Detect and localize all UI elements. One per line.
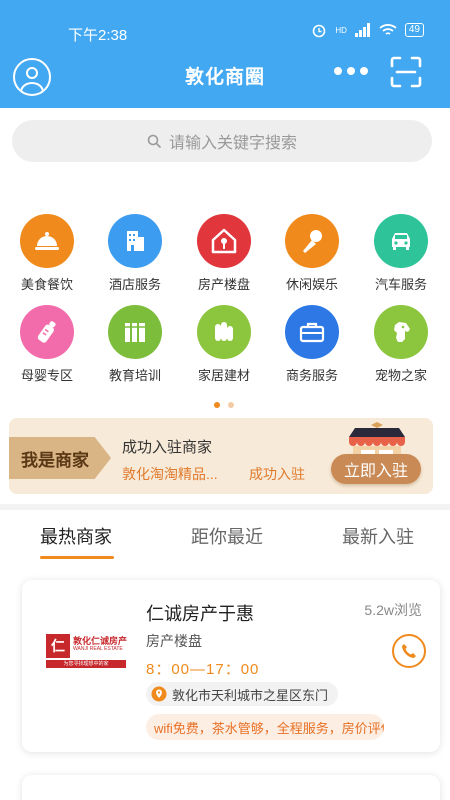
more-icon[interactable] [334,67,368,75]
merchant-card[interactable]: 仁 敦化仁诚房产 WANJI REAL ESTATE 为您寻找理想中的家 仁诚房… [22,580,440,752]
category-label: 商务服务 [285,368,338,383]
merchant-tag: 我是商家 [9,437,111,479]
status-time: 下午2:38 [68,27,128,44]
tab-newest[interactable]: 最新入驻 [342,523,414,549]
merchant-card[interactable] [22,775,440,800]
latest-merchant-name: 敦化淘淘精品... [122,466,218,482]
section-divider [0,504,450,510]
briefcase-icon [285,305,339,359]
merchant-features: wifi免费，茶水管够，全程服务，房价评估 [146,714,384,740]
category-food[interactable]: 美食餐饮 [3,214,91,293]
category-label: 酒店服务 [108,277,161,292]
dog-icon [374,305,428,359]
merchant-address[interactable]: 敦化市天利城市之星区东门 [146,682,339,706]
merchant-name: 仁诚房产于惠 [146,604,254,624]
top-header: 下午2:38 HD 49 敦化商圈 [0,0,450,108]
location-pin-icon [151,686,167,702]
house-icon [197,214,251,268]
logo-slogan: 为您寻找理想中的家 [46,660,126,668]
signal-icon [354,23,370,37]
phone-icon [402,644,416,658]
banner-title: 成功入驻商家 [122,439,213,456]
search-icon [147,134,161,148]
join-now-button[interactable]: 立即入驻 [331,454,421,484]
business-hours: 8：00—17：00 [146,661,260,678]
view-count: 5.2w浏览 [364,602,422,618]
search-placeholder: 请输入关键字搜索 [168,135,297,152]
books-icon [108,305,162,359]
category-label: 房产楼盘 [197,277,250,292]
category-business[interactable]: 商务服务 [268,305,356,384]
category-auto[interactable]: 汽车服务 [357,214,445,293]
car-icon [374,214,428,268]
cloche-icon [20,214,74,268]
merchant-category: 房产楼盘 [146,633,202,649]
wifi-icon [379,24,397,35]
microphone-icon [285,214,339,268]
hotel-icon [108,214,162,268]
category-label: 家居建材 [197,368,250,383]
merchant-join-banner[interactable]: 我是商家 成功入驻商家 敦化淘淘精品... 成功入驻 立即入驻 [9,418,433,494]
tab-hottest[interactable]: 最热商家 [40,523,112,549]
battery-icon: 49 [404,23,424,37]
tab-nearest[interactable]: 距你最近 [191,523,263,549]
latest-merchant-status: 成功入驻 [249,466,305,482]
scan-icon[interactable] [389,55,423,89]
merchant-tabs: 最热商家 距你最近 最新入驻 [0,515,450,563]
category-maternity[interactable]: 母婴专区 [3,305,91,384]
call-button[interactable] [392,634,426,668]
merchant-logo: 仁 敦化仁诚房产 WANJI REAL ESTATE 为您寻找理想中的家 [46,628,127,674]
category-education[interactable]: 教育培训 [91,305,179,384]
logo-english: WANJI REAL ESTATE [73,646,123,652]
category-label: 休闲娱乐 [285,277,338,292]
category-entertainment[interactable]: 休闲娱乐 [268,214,356,293]
category-real-estate[interactable]: 房产楼盘 [180,214,268,293]
category-label: 教育培训 [108,368,161,383]
category-hotel[interactable]: 酒店服务 [91,214,179,293]
pager-dot[interactable] [228,402,234,408]
alarm-icon [313,24,326,38]
building-material-icon [197,305,251,359]
category-label: 美食餐饮 [20,277,73,292]
active-tab-indicator [40,556,114,559]
hd-badge: HD [335,25,347,35]
category-home-building[interactable]: 家居建材 [180,305,268,384]
logo-mark: 仁 [46,634,70,658]
category-label: 汽车服务 [374,277,427,292]
pager-dot-active[interactable] [214,402,220,408]
baby-bottle-icon [20,305,74,359]
category-pets[interactable]: 宠物之家 [357,305,445,384]
category-label: 宠物之家 [374,368,427,383]
page-title: 敦化商圈 [184,67,265,88]
address-text: 敦化市天利城市之星区东门 [172,687,329,703]
category-label: 母婴专区 [20,368,73,383]
carousel-pager [214,402,234,408]
search-input[interactable]: 请输入关键字搜索 [12,120,432,162]
status-icons: HD 49 [311,22,424,38]
